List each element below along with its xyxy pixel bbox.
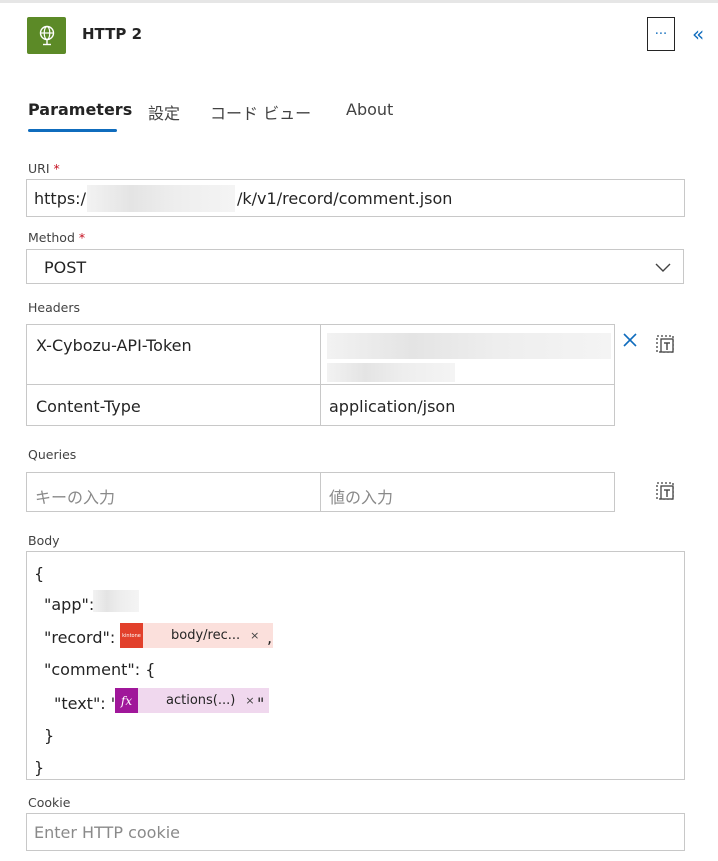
query-key-input[interactable]: キーの入力: [26, 472, 321, 512]
queries-label: Queries: [28, 447, 77, 462]
headers-label: Headers: [28, 300, 81, 315]
required-marker: *: [78, 230, 86, 245]
code-line: }: [44, 726, 55, 745]
remove-row-icon[interactable]: [622, 332, 638, 352]
token-label: actions(...): [166, 693, 236, 708]
header-key-input[interactable]: X-Cybozu-API-Token: [26, 324, 321, 385]
method-value: POST: [44, 258, 87, 277]
header-value-input[interactable]: application/json: [320, 384, 615, 426]
code-line: ": [257, 694, 265, 713]
redacted-token-line1: [327, 333, 611, 359]
code-line: "comment": {: [44, 660, 156, 679]
tab-parameters[interactable]: Parameters: [28, 100, 132, 119]
switch-to-text-mode-icon[interactable]: [655, 334, 675, 358]
expression-token[interactable]: fx actions(...) ×: [115, 688, 269, 713]
query-value-placeholder: 値の入力: [329, 488, 394, 507]
dynamic-content-token[interactable]: kintone body/rec... ×: [120, 623, 274, 648]
top-border: [0, 0, 718, 3]
switch-to-text-mode-icon[interactable]: [655, 481, 675, 505]
more-options-button[interactable]: ···: [647, 17, 675, 51]
token-remove-icon[interactable]: ×: [250, 629, 259, 642]
body-label: Body: [28, 533, 60, 548]
active-tab-indicator: [28, 129, 117, 132]
header-value-text: application/json: [329, 397, 456, 416]
kintone-icon: kintone: [120, 623, 143, 648]
code-line: "app":: [44, 595, 95, 614]
uri-label: URI *: [28, 161, 60, 176]
code-line: ,: [267, 628, 273, 647]
token-label: body/rec...: [171, 628, 241, 643]
redacted-app-id: [93, 590, 139, 612]
code-line: }: [34, 758, 45, 777]
code-line: {: [34, 564, 45, 583]
code-line: "text": ": [54, 694, 119, 713]
header-value-input[interactable]: [320, 324, 615, 385]
uri-input[interactable]: https:/ /k/v1/record/comment.json: [26, 179, 685, 217]
tab-about[interactable]: About: [346, 100, 393, 119]
required-marker: *: [53, 161, 60, 176]
code-line: "record":: [44, 628, 116, 647]
header-key-value: X-Cybozu-API-Token: [36, 336, 192, 355]
chevron-down-icon: [655, 259, 671, 278]
redacted-token-line2: [327, 363, 455, 382]
header-key-value: Content-Type: [36, 397, 141, 416]
query-value-input[interactable]: 値の入力: [320, 472, 615, 512]
token-remove-icon[interactable]: ×: [245, 694, 254, 707]
method-select[interactable]: POST: [26, 249, 684, 284]
cookie-input[interactable]: Enter HTTP cookie: [26, 813, 685, 851]
cookie-label: Cookie: [28, 795, 71, 810]
action-title: HTTP 2: [82, 25, 143, 43]
ellipsis-icon: ···: [654, 26, 668, 42]
body-editor[interactable]: { "app": "record": kintone body/rec... ×…: [26, 551, 685, 780]
redacted-host: [87, 185, 235, 212]
http-globe-icon: [27, 17, 66, 54]
cookie-placeholder: Enter HTTP cookie: [34, 823, 180, 842]
fx-icon: fx: [115, 688, 138, 713]
method-label: Method *: [28, 230, 86, 245]
tab-settings[interactable]: 設定: [148, 100, 180, 124]
uri-value-suffix: /k/v1/record/comment.json: [237, 189, 453, 208]
header-key-input[interactable]: Content-Type: [26, 384, 321, 426]
uri-value-prefix: https:/: [34, 189, 86, 208]
collapse-panel-button[interactable]: «: [692, 22, 714, 46]
query-key-placeholder: キーの入力: [35, 488, 116, 507]
tab-code-view[interactable]: コード ビュー: [210, 100, 311, 124]
double-chevron-left-icon: «: [692, 22, 705, 46]
